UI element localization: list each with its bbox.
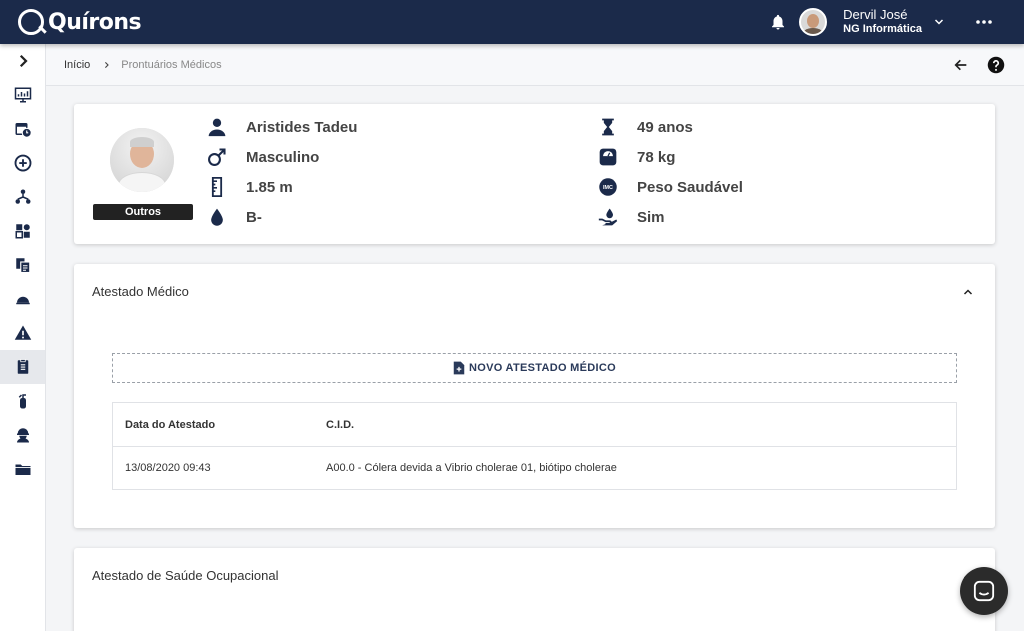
sidebar-item-documents[interactable] <box>0 248 45 282</box>
monitor-chart-icon <box>14 87 31 103</box>
chevron-up-icon[interactable] <box>961 285 975 299</box>
column-header-cid[interactable]: C.I.D. <box>326 419 956 431</box>
fire-extinguisher-icon <box>18 394 26 409</box>
cell-date: 13/08/2020 09:43 <box>125 462 211 474</box>
hourglass-icon <box>597 116 619 138</box>
table-row[interactable]: 13/08/2020 09:43 A00.0 - Cólera devida a… <box>113 447 956 489</box>
sidebar-item-files[interactable] <box>0 452 45 486</box>
plus-circle-icon <box>14 154 31 172</box>
bmi-icon-label: IMC <box>603 185 613 191</box>
column-header-date[interactable]: Data do Atestado <box>113 419 326 431</box>
patient-bmi-status: Peso Saudável <box>637 178 743 196</box>
atestado-card: Atestado Médico NOVO ATESTADO MÉDICO Dat… <box>74 264 995 528</box>
patient-donor-row: Sim <box>597 204 665 230</box>
patient-blood-row: B- <box>206 204 262 230</box>
new-atestado-label: NOVO ATESTADO MÉDICO <box>469 362 616 374</box>
breadcrumb-home[interactable]: Início <box>64 59 90 71</box>
app-name: Quírons <box>48 9 142 35</box>
patient-card: Outros Aristides Tadeu Masculino 1.85 m … <box>74 104 995 244</box>
patient-category-badge: Outros <box>93 204 193 220</box>
user-info[interactable]: Dervil José NG Informática <box>843 8 922 36</box>
sidebar-item-workers[interactable] <box>0 418 45 452</box>
back-arrow-icon[interactable] <box>951 55 971 75</box>
patient-name: Aristides Tadeu <box>246 118 358 136</box>
cell-cid: A00.0 - Cólera devida a Vibrio cholerae … <box>326 462 617 474</box>
patient-age-row: 49 anos <box>597 114 693 140</box>
section-title-atestado: Atestado Médico <box>92 284 189 299</box>
chat-icon <box>973 580 995 602</box>
bmi-icon: IMC <box>597 176 619 198</box>
patient-height-row: 1.85 m <box>206 174 293 200</box>
sidebar-item-add[interactable] <box>0 146 45 180</box>
breadcrumb: Início Prontuários Médicos <box>46 44 1024 86</box>
ocupacional-card: Atestado de Saúde Ocupacional <box>74 548 995 631</box>
sidebar <box>0 44 46 631</box>
puzzle-icon <box>15 224 30 239</box>
sidebar-item-organization[interactable] <box>0 180 45 214</box>
sidebar-item-fire-safety[interactable] <box>0 384 45 418</box>
hard-hat-icon <box>15 296 30 305</box>
bell-icon[interactable] <box>767 11 789 33</box>
help-icon[interactable] <box>986 55 1006 75</box>
patient-height: 1.85 m <box>246 178 293 196</box>
documents-icon <box>15 258 30 274</box>
org-chart-icon <box>15 189 30 204</box>
calendar-clock-icon <box>15 123 32 138</box>
user-name: Dervil José <box>843 7 908 22</box>
file-plus-icon <box>453 361 465 375</box>
patient-avatar <box>110 128 174 192</box>
atestado-table: Data do Atestado C.I.D. 13/08/2020 09:43… <box>112 402 957 490</box>
app-logo[interactable]: Quírons <box>18 9 142 35</box>
table-header: Data do Atestado C.I.D. <box>113 403 956 447</box>
sidebar-item-dashboard[interactable] <box>0 78 45 112</box>
patient-blood-type: B- <box>246 208 262 226</box>
patient-age: 49 anos <box>637 118 693 136</box>
sidebar-item-medical-records[interactable] <box>0 350 45 384</box>
folder-icon <box>15 464 30 475</box>
worker-icon <box>16 428 29 443</box>
user-avatar[interactable] <box>799 8 828 36</box>
new-atestado-button[interactable]: NOVO ATESTADO MÉDICO <box>112 353 957 383</box>
blood-drop-icon <box>206 206 228 228</box>
sidebar-item-modules[interactable] <box>0 214 45 248</box>
chevron-right-icon <box>19 54 28 68</box>
chat-button[interactable] <box>960 567 1008 615</box>
ruler-icon <box>206 176 228 198</box>
user-organization: NG Informática <box>843 23 922 35</box>
hand-drop-icon <box>597 206 619 228</box>
chevron-down-icon[interactable] <box>930 13 948 31</box>
patient-organ-donor: Sim <box>637 208 665 226</box>
sidebar-expand[interactable] <box>0 44 45 78</box>
patient-bmi-row: IMC Peso Saudável <box>597 174 743 200</box>
top-bar: Quírons Dervil José NG Informática <box>0 0 1024 44</box>
patient-sex-row: Masculino <box>206 144 319 170</box>
medical-record-icon <box>17 359 28 374</box>
person-icon <box>206 116 228 138</box>
sidebar-item-schedule[interactable] <box>0 112 45 146</box>
breadcrumb-current: Prontuários Médicos <box>121 58 222 71</box>
male-symbol-icon <box>206 146 228 168</box>
sidebar-item-risks[interactable] <box>0 316 45 350</box>
sidebar-item-safety-equipment[interactable] <box>0 282 45 316</box>
scale-icon <box>597 146 619 168</box>
warning-icon <box>14 325 31 340</box>
patient-weight-row: 78 kg <box>597 144 675 170</box>
patient-weight: 78 kg <box>637 148 676 166</box>
section-title-ocupacional: Atestado de Saúde Ocupacional <box>92 568 279 583</box>
more-options-icon[interactable] <box>974 12 994 32</box>
chevron-right-icon <box>102 60 111 70</box>
patient-name-row: Aristides Tadeu <box>206 114 357 140</box>
patient-sex: Masculino <box>246 148 320 166</box>
logo-icon <box>18 9 44 35</box>
